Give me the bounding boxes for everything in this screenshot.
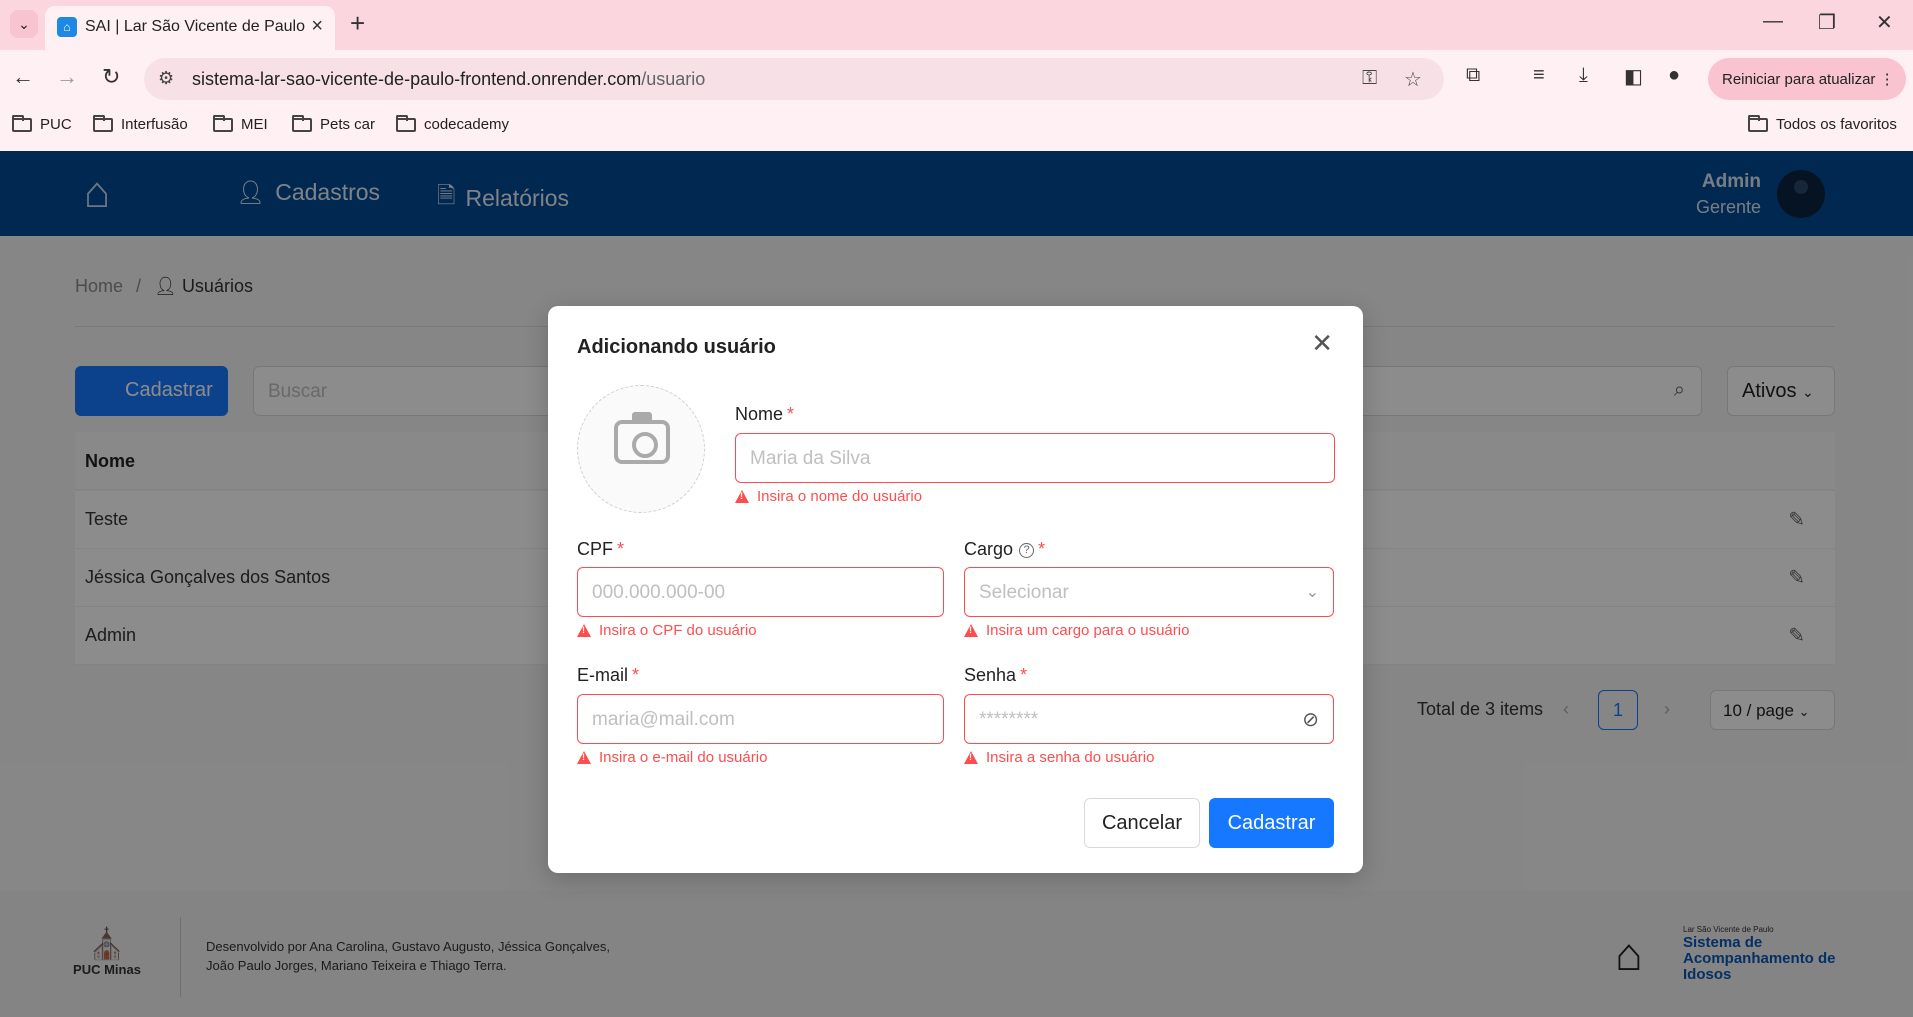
warning-icon [964,751,978,764]
site-favicon-icon: ⌂ [57,17,77,37]
update-button[interactable]: Reiniciar para atualizar ⋮ [1708,58,1906,100]
warning-icon [577,751,591,764]
cpf-label: CPF * [577,539,625,559]
bookmark-folder[interactable]: codecademy [396,114,509,133]
browser-toolbar: ← → ↻ ⚙ sistema-lar-sao-vicente-de-paulo… [0,50,1913,108]
warning-icon [964,624,978,637]
tab-title: SAI | Lar São Vicente de Paulo [85,18,306,35]
menu-dots-icon[interactable]: ⋮ [1880,71,1895,88]
back-icon[interactable]: ← [12,64,34,90]
eye-off-icon[interactable]: ⊘ [1302,707,1319,732]
bookmark-folder[interactable]: MEI [213,114,268,133]
nome-input[interactable]: Maria da Silva [735,433,1335,483]
cpf-input[interactable]: 000.000.000-00 [577,567,944,617]
folder-icon [396,114,416,132]
minimize-icon[interactable]: — [1763,10,1783,33]
email-label: E-mail * [577,665,640,685]
media-control-icon[interactable]: ≡ [1533,64,1545,87]
bookmark-folder[interactable]: Pets car [292,114,375,133]
close-tab-icon[interactable]: × [311,15,323,38]
bookmark-folder[interactable]: Interfusão [93,114,188,133]
email-field[interactable]: maria@mail.com [577,694,944,744]
close-window-icon[interactable]: ✕ [1876,10,1893,35]
address-bar[interactable]: ⚙ sistema-lar-sao-vicente-de-paulo-front… [144,58,1444,100]
senha-error: Insira a senha do usuário [964,749,1154,766]
site-info-icon[interactable]: ⚙ [158,68,174,89]
browser-tab[interactable]: ⌂ SAI | Lar São Vicente de Paulo × [45,6,335,50]
add-user-modal: Adicionando usuário ✕ Nome * Maria da Sil… [548,306,1363,873]
new-tab-icon[interactable]: + [350,8,365,39]
side-panel-icon[interactable]: ◧ [1624,64,1643,89]
folder-icon [1748,114,1768,132]
photo-upload[interactable] [577,385,705,513]
submit-button[interactable]: Cadastrar [1209,798,1334,848]
profile-avatar[interactable]: ● [1668,64,1680,87]
folder-icon [292,114,312,132]
help-icon[interactable]: ? [1019,542,1035,558]
cancel-button[interactable]: Cancelar [1084,798,1200,848]
downloads-icon[interactable]: ⤓ [1579,64,1588,87]
password-key-icon[interactable]: ⚿ [1362,67,1377,90]
warning-icon [577,624,591,637]
reload-icon[interactable]: ↻ [102,64,120,90]
bookmark-star-icon[interactable]: ☆ [1404,67,1422,92]
cpf-error: Insira o CPF do usuário [577,622,757,639]
camera-icon [614,412,670,464]
cargo-select[interactable]: Selecionar ⌄ [964,567,1334,617]
bookmarks-bar: PUC Interfusão MEI Pets car codecademy T… [0,108,1913,151]
all-bookmarks[interactable]: Todos os favoritos [1748,114,1897,133]
email-error: Insira o e-mail do usuário [577,749,767,766]
bookmark-folder[interactable]: PUC [12,114,72,133]
warning-icon [735,490,749,503]
cargo-error: Insira um cargo para o usuário [964,622,1189,639]
modal-title: Adicionando usuário [577,336,776,358]
folder-icon [213,114,233,132]
nome-label: Nome * [735,404,795,424]
senha-label: Senha * [964,665,1028,685]
nome-error: Insira o nome do usuário [735,488,922,505]
cargo-label: Cargo? * [964,539,1046,559]
extensions-icon[interactable]: ⧉ [1466,64,1480,87]
forward-icon[interactable]: → [56,64,78,90]
close-icon[interactable]: ✕ [1311,328,1333,359]
url-text[interactable]: sistema-lar-sao-vicente-de-paulo-fronten… [192,69,705,90]
tab-search-button[interactable]: ⌄ [10,10,38,38]
folder-icon [93,114,113,132]
password-field[interactable]: ******** ⊘ [964,694,1334,744]
chevron-down-icon: ⌄ [1305,584,1319,601]
restore-icon[interactable]: ❐ [1818,10,1836,35]
folder-icon [12,114,32,132]
browser-tab-bar: ⌄ ⌂ SAI | Lar São Vicente de Paulo × + —… [0,0,1913,50]
